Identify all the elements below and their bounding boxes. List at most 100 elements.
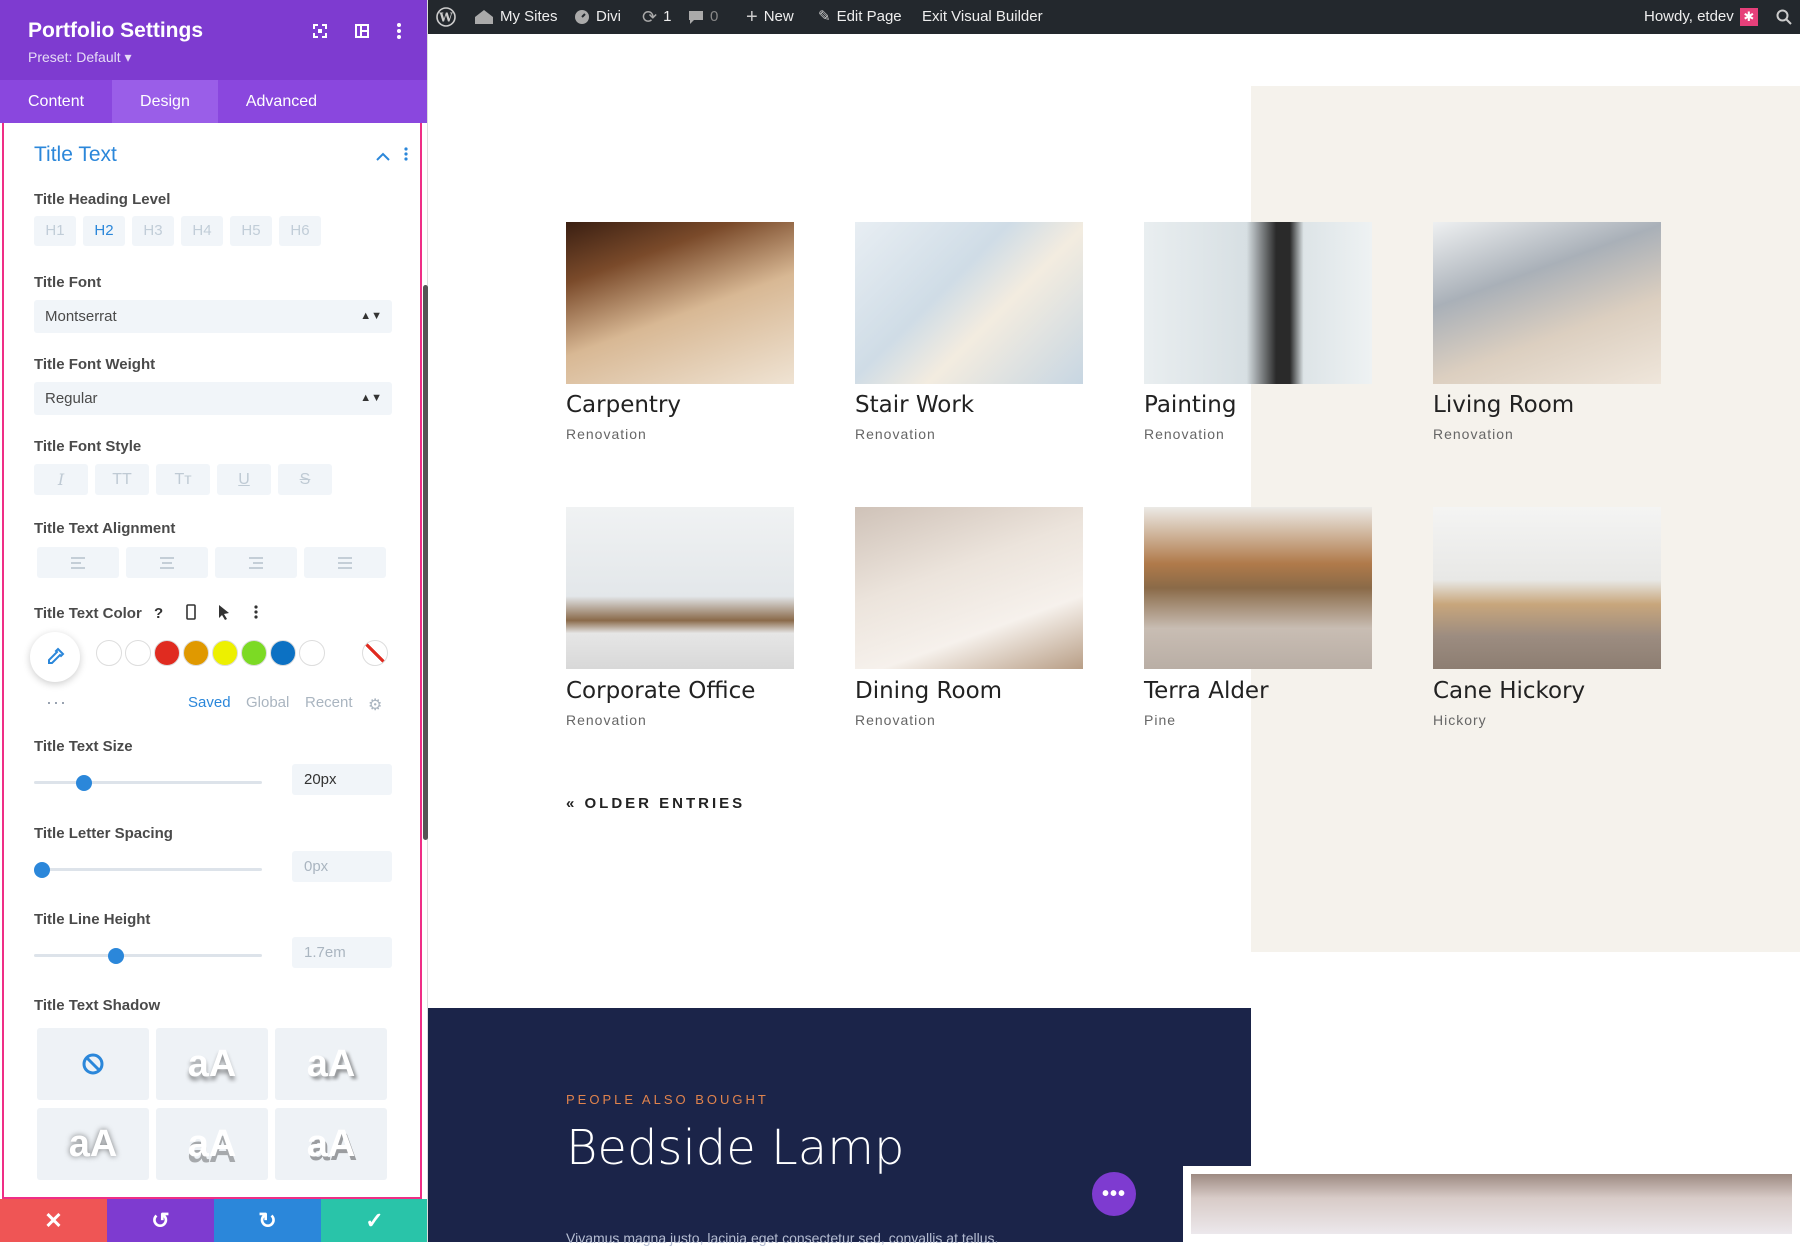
portfolio-category[interactable]: Renovation: [566, 712, 647, 728]
portfolio-category[interactable]: Pine: [1144, 712, 1176, 728]
divi-menu[interactable]: Divi: [574, 0, 621, 34]
color-swatch[interactable]: [96, 640, 122, 666]
portfolio-title[interactable]: Stair Work: [855, 392, 974, 418]
eyedropper-icon[interactable]: [30, 632, 80, 682]
help-icon[interactable]: ?: [154, 605, 163, 622]
tab-advanced[interactable]: Advanced: [218, 80, 345, 123]
uppercase-button[interactable]: TT: [95, 464, 149, 495]
preset-selector[interactable]: Preset: Default ▾: [28, 49, 132, 66]
account-menu[interactable]: Howdy, etdev ✱: [1644, 0, 1758, 34]
color-swatch[interactable]: [212, 640, 238, 666]
text-size-slider[interactable]: [34, 775, 262, 791]
portfolio-image-corporate-office[interactable]: [566, 507, 794, 669]
more-options-icon[interactable]: [388, 20, 410, 42]
transparent-swatch[interactable]: [362, 640, 388, 666]
shadow-option-5[interactable]: aA: [275, 1108, 387, 1180]
align-center-button[interactable]: [126, 547, 208, 578]
portfolio-image-painting[interactable]: [1144, 222, 1372, 384]
updates-menu[interactable]: ⟳ 1: [642, 0, 671, 34]
discard-button[interactable]: ✕: [0, 1199, 107, 1242]
heading-h2-button[interactable]: H2: [83, 216, 125, 246]
search-icon[interactable]: [1776, 0, 1792, 34]
section-title[interactable]: Title Text: [34, 143, 117, 167]
color-tab-recent[interactable]: Recent: [305, 694, 353, 711]
letter-spacing-slider[interactable]: [34, 862, 262, 878]
capitalize-button[interactable]: Tт: [156, 464, 210, 495]
portfolio-image-carpentry[interactable]: [566, 222, 794, 384]
portfolio-title[interactable]: Terra Alder: [1144, 678, 1269, 704]
undo-button[interactable]: ↺: [107, 1199, 214, 1242]
portfolio-category[interactable]: Renovation: [566, 426, 647, 442]
shadow-option-1[interactable]: aA: [156, 1028, 268, 1100]
color-swatch[interactable]: [299, 640, 325, 666]
portfolio-image-living-room[interactable]: [1433, 222, 1661, 384]
portfolio-title[interactable]: Living Room: [1433, 392, 1574, 418]
portfolio-title[interactable]: Carpentry: [566, 392, 681, 418]
builder-menu-button[interactable]: •••: [1092, 1172, 1136, 1216]
color-swatch[interactable]: [125, 640, 151, 666]
font-weight-select[interactable]: Regular ▲▼: [34, 382, 392, 415]
comments-menu[interactable]: 0: [688, 0, 718, 34]
color-settings-gear-icon[interactable]: ⚙: [368, 695, 382, 715]
portfolio-image-terra-alder[interactable]: [1144, 507, 1372, 669]
letter-spacing-input[interactable]: 0px: [292, 851, 392, 882]
shadow-option-2[interactable]: aA: [275, 1028, 387, 1100]
line-height-slider[interactable]: [34, 948, 262, 964]
color-swatch[interactable]: [241, 640, 267, 666]
strikethrough-button[interactable]: S: [278, 464, 332, 495]
line-height-input[interactable]: 1.7em: [292, 937, 392, 968]
heading-h6-button[interactable]: H6: [279, 216, 321, 246]
color-swatch[interactable]: [270, 640, 296, 666]
color-swatch[interactable]: [154, 640, 180, 666]
color-tab-global[interactable]: Global: [246, 694, 289, 711]
align-left-button[interactable]: [37, 547, 119, 578]
align-justify-button[interactable]: [304, 547, 386, 578]
portfolio-title[interactable]: Dining Room: [855, 678, 1002, 704]
hover-cursor-icon[interactable]: [218, 604, 230, 625]
collapse-icon[interactable]: [376, 149, 390, 167]
underline-button[interactable]: U: [217, 464, 271, 495]
align-right-button[interactable]: [215, 547, 297, 578]
shadow-none-option[interactable]: [37, 1028, 149, 1100]
portfolio-title[interactable]: Corporate Office: [566, 678, 755, 704]
exit-visual-builder-link[interactable]: Exit Visual Builder: [922, 0, 1043, 34]
heading-h1-button[interactable]: H1: [34, 216, 76, 246]
heading-h4-button[interactable]: H4: [181, 216, 223, 246]
line-height-slider-thumb[interactable]: [108, 948, 125, 964]
save-button[interactable]: ✓: [321, 1199, 427, 1242]
heading-h5-button[interactable]: H5: [230, 216, 272, 246]
layout-icon[interactable]: [351, 20, 373, 42]
panel-scrollbar[interactable]: [423, 285, 428, 840]
edit-page-link[interactable]: ✎ Edit Page: [818, 0, 902, 34]
tab-content[interactable]: Content: [0, 80, 112, 123]
section-menu-icon[interactable]: [404, 147, 408, 166]
shadow-option-4[interactable]: aA: [156, 1108, 268, 1180]
text-size-input[interactable]: 20px: [292, 764, 392, 795]
more-colors-icon[interactable]: ···: [46, 692, 67, 713]
portfolio-category[interactable]: Hickory: [1433, 712, 1487, 728]
font-select[interactable]: Montserrat ▲▼: [34, 300, 392, 333]
portfolio-category[interactable]: Renovation: [855, 712, 936, 728]
older-entries-link[interactable]: « OLDER ENTRIES: [566, 795, 745, 812]
redo-button[interactable]: ↻: [214, 1199, 321, 1242]
italic-button[interactable]: I: [34, 464, 88, 495]
portfolio-title[interactable]: Cane Hickory: [1433, 678, 1585, 704]
portfolio-title[interactable]: Painting: [1144, 392, 1236, 418]
portfolio-image-dining-room[interactable]: [855, 507, 1083, 669]
color-tab-saved[interactable]: Saved: [188, 694, 231, 711]
portfolio-image-cane-hickory[interactable]: [1433, 507, 1661, 669]
portfolio-image-stair-work[interactable]: [855, 222, 1083, 384]
wordpress-logo-icon[interactable]: W: [436, 0, 456, 34]
tab-design[interactable]: Design: [112, 80, 218, 123]
letter-spacing-slider-thumb[interactable]: [34, 862, 50, 878]
my-sites-menu[interactable]: My Sites: [474, 0, 558, 34]
shadow-option-3[interactable]: aA: [37, 1108, 149, 1180]
color-menu-icon[interactable]: [254, 605, 258, 624]
device-icon[interactable]: [186, 604, 196, 625]
portfolio-category[interactable]: Renovation: [855, 426, 936, 442]
portfolio-category[interactable]: Renovation: [1433, 426, 1514, 442]
heading-h3-button[interactable]: H3: [132, 216, 174, 246]
fullscreen-icon[interactable]: [309, 20, 331, 42]
color-swatch[interactable]: [183, 640, 209, 666]
portfolio-category[interactable]: Renovation: [1144, 426, 1225, 442]
